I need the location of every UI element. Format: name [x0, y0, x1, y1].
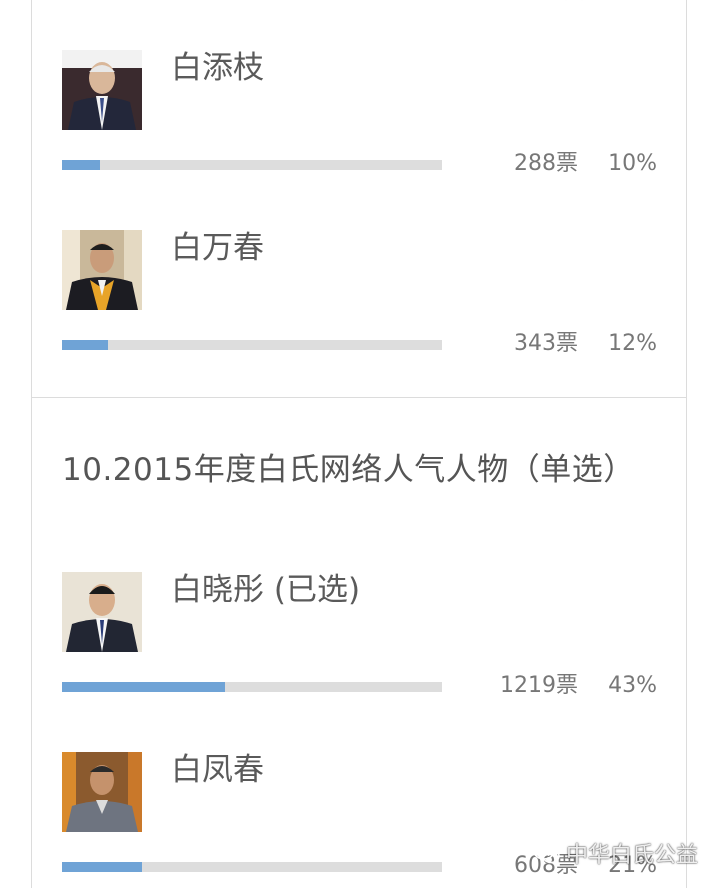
candidate-name: 白凤春	[171, 752, 264, 788]
candidate-name: 白晓彤 (已选)	[171, 572, 361, 608]
vote-progress-bar	[62, 340, 442, 350]
vote-progress-fill	[62, 340, 108, 350]
vote-results-page: 白添枝 288票 10% 白万春 343票 12% 10.2015年度白氏网络人…	[0, 0, 720, 888]
vote-percent: 43%	[608, 673, 657, 698]
vote-percent: 12%	[608, 331, 657, 356]
candidate-name: 白添枝	[171, 50, 264, 86]
vote-progress-bar	[62, 682, 442, 692]
poll-question-title: 10.2015年度白氏网络人气人物（单选）	[62, 452, 635, 488]
vote-progress-bar	[62, 160, 442, 170]
vote-progress-fill	[62, 682, 226, 692]
vote-percent: 10%	[608, 151, 657, 176]
truncated-mark-icon	[565, 0, 583, 1]
candidate-photo	[62, 572, 142, 652]
candidate-option-selected[interactable]: 白晓彤 (已选) 1219票 43%	[0, 572, 720, 722]
source-watermark: 中华白氏公益	[532, 836, 698, 870]
vote-progress-fill	[62, 160, 100, 170]
candidate-name: 白万春	[171, 230, 264, 266]
candidate-photo	[62, 752, 142, 832]
candidate-option[interactable]: 白万春 343票 12%	[0, 230, 720, 380]
candidate-option[interactable]: 白添枝 288票 10%	[0, 50, 720, 200]
vote-count: 343票	[514, 331, 578, 356]
candidate-photo	[62, 50, 142, 130]
wechat-icon	[533, 842, 560, 864]
vote-count: 288票	[514, 151, 578, 176]
watermark-text: 中华白氏公益	[566, 843, 699, 868]
vote-progress-fill	[62, 862, 142, 872]
candidate-photo	[62, 230, 142, 310]
vote-progress-bar	[62, 862, 442, 872]
vote-count: 1219票	[500, 673, 578, 698]
